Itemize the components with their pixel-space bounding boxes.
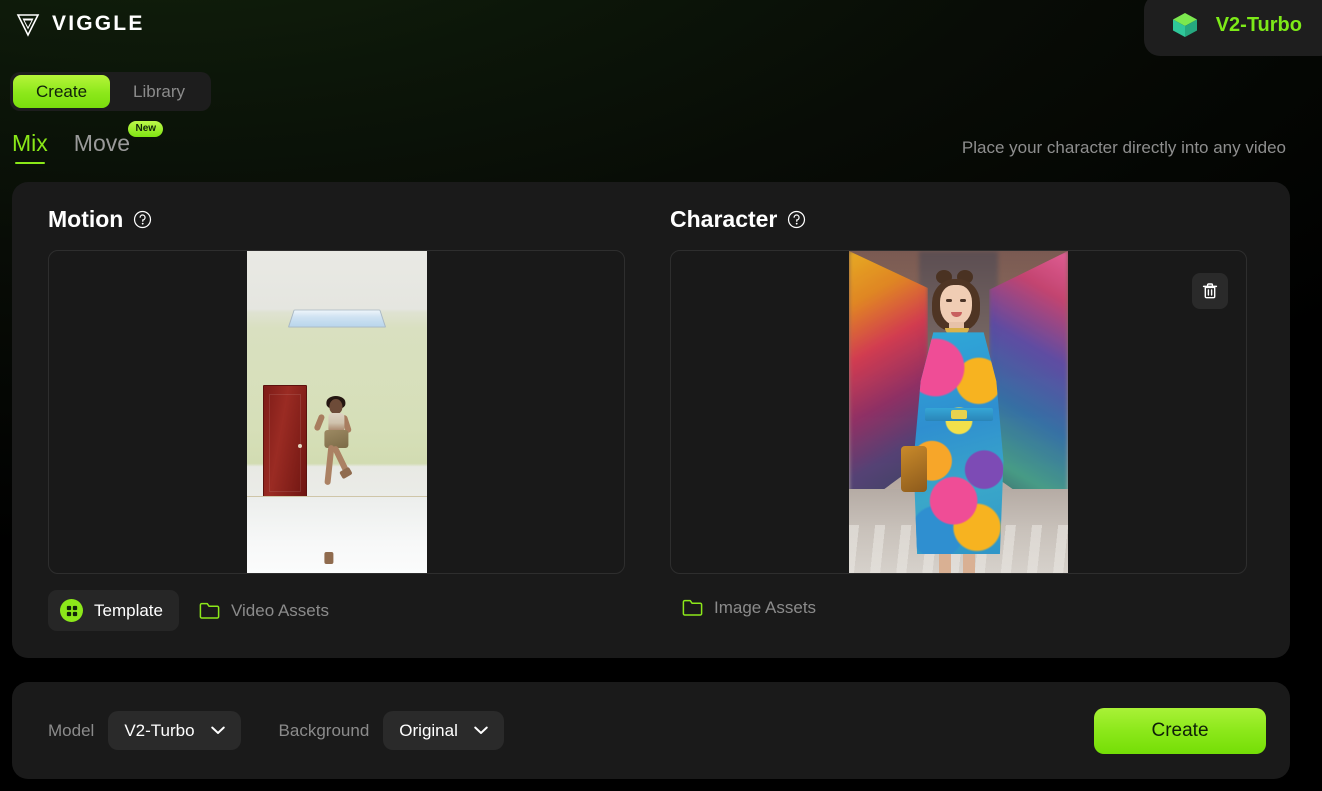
main-panel: Motion Template Video Assets Character I… [12,182,1290,658]
tab-move-label: Move [73,130,131,156]
motion-header: Motion [48,208,648,231]
question-circle-icon[interactable] [133,210,152,229]
background-select[interactable]: Original [383,711,504,750]
image-assets-button[interactable]: Image Assets [670,590,832,625]
model-select[interactable]: V2-Turbo [108,711,241,750]
template-button[interactable]: Template [48,590,179,631]
model-select-value: V2-Turbo [124,721,195,740]
background-label: Background [278,720,370,740]
image-assets-label: Image Assets [714,598,817,617]
video-assets-label: Video Assets [230,601,329,620]
brand-logo[interactable]: VIGGLE [14,10,145,38]
app-header: VIGGLE V2-Turbo [0,0,1322,60]
model-label: Model [48,720,95,740]
cube-icon [1172,13,1197,37]
video-assets-button[interactable]: Video Assets [187,593,345,628]
background-select-value: Original [399,721,458,740]
new-badge: New [128,121,164,137]
primary-nav-segmented: Create Library [10,72,211,111]
decor-dancer [309,396,369,565]
decor-character-figure [900,270,1017,573]
motion-title: Motion [48,206,124,232]
viggle-v-logo-icon [16,14,40,37]
question-circle-icon[interactable] [787,210,806,229]
model-badge[interactable]: V2-Turbo [1143,0,1322,56]
template-button-label: Template [94,601,163,620]
grid-icon [60,599,83,622]
app-root: VIGGLE V2-Turbo Create Library Mix Move … [0,0,1322,791]
create-button[interactable]: Create [1094,707,1266,754]
model-badge-label: V2-Turbo [1215,13,1302,36]
tab-library[interactable]: Library [110,75,208,108]
character-dropzone[interactable] [670,250,1247,574]
brand-name: VIGGLE [52,12,145,35]
tab-create[interactable]: Create [13,75,111,108]
chevron-down-icon [210,726,225,734]
folder-icon [199,602,220,619]
bottom-toolbar: Model V2-Turbo Background Original Creat… [12,682,1290,779]
folder-icon [682,599,703,616]
character-thumbnail-image [849,251,1068,573]
motion-thumbnail-image [246,251,427,573]
character-title: Character [670,206,778,232]
motion-asset-buttons: Template Video Assets [48,590,648,631]
tab-move[interactable]: Move New [73,121,164,164]
chevron-down-icon [474,726,488,734]
mode-hint-text: Place your character directly into any v… [961,138,1286,157]
motion-thumbnail[interactable] [246,251,427,573]
character-section: Character Image Assets [648,182,1290,658]
character-asset-buttons: Image Assets [670,590,1290,625]
mode-tabs: Mix Move New [12,121,164,164]
tab-mix-label: Mix [12,130,48,156]
motion-section: Motion Template Video Assets [12,182,648,658]
character-header: Character [670,208,1290,231]
decor-ceiling-light [287,309,386,328]
decor-door [262,384,307,501]
delete-character-button[interactable] [1192,273,1228,309]
motion-dropzone[interactable] [48,250,625,574]
tab-mix[interactable]: Mix [12,132,48,164]
trash-icon [1202,283,1218,299]
character-thumbnail[interactable] [849,251,1068,573]
